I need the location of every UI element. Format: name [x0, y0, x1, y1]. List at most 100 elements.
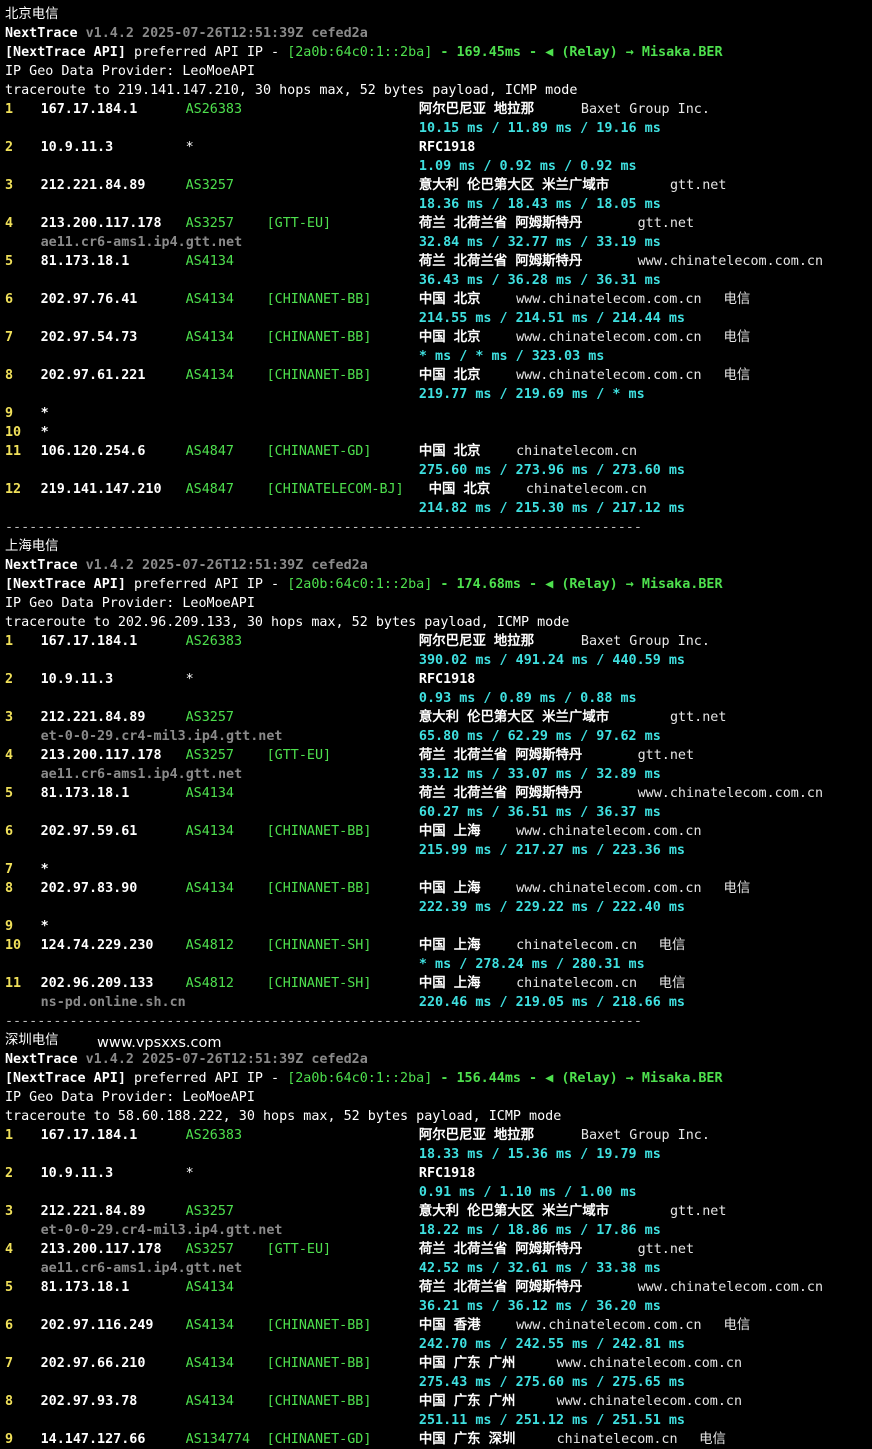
api-label: preferred API IP -	[125, 577, 288, 592]
hop-geo: RFC1918	[418, 1166, 476, 1181]
hop-ip: 202.97.76.41	[40, 292, 138, 307]
terminal-line: 6 202.97.76.41 AS4134 [CHINANET-BB] 中国 北京 www…	[5, 290, 872, 309]
hop-number: 7	[5, 1356, 14, 1371]
hop-asn: AS3257	[185, 1204, 234, 1219]
hop-asn: AS3257	[185, 710, 234, 725]
hop-org: chinatelecom.cn	[516, 976, 638, 991]
hop-latency: 275.43 ms / 275.60 ms / 275.65 ms	[418, 1375, 685, 1390]
hop-latency: * ms / 278.24 ms / 280.31 ms	[418, 957, 645, 972]
hop-asn: AS4847	[185, 444, 234, 459]
hop-number: 11	[5, 444, 22, 459]
hop-tag: [CHINANET-BB]	[266, 881, 372, 896]
hop-ip: *	[40, 425, 49, 440]
geo-provider: IP Geo Data Provider: LeoMoeAPI	[5, 596, 255, 611]
hop-org: gtt.net	[670, 710, 727, 725]
hop-tag: [CHINANET-SH]	[266, 976, 372, 991]
hop-ip: 202.97.54.73	[40, 330, 138, 345]
api-ip: [2a0b:64c0:1::2ba]	[287, 577, 433, 592]
hop-asn: *	[185, 672, 194, 687]
terminal-line: [NextTrace API] preferred API IP - [2a0b…	[5, 1069, 872, 1088]
hop-tag: [GTT-EU]	[266, 748, 332, 763]
terminal-line: 3 212.221.84.89 AS3257 意大利 伦巴第大区 米兰广域市 gtt.n…	[5, 176, 872, 195]
hop-tag: [GTT-EU]	[266, 1242, 332, 1257]
terminal-line: 18.36 ms / 18.43 ms / 18.05 ms	[5, 195, 872, 214]
terminal-line: 60.27 ms / 36.51 ms / 36.37 ms	[5, 803, 872, 822]
hop-org: chinatelecom.cn	[516, 444, 638, 459]
terminal-line: 8 202.97.93.78 AS4134 [CHINANET-BB] 中国 广东 广州…	[5, 1392, 872, 1411]
hop-latency: 18.33 ms / 15.36 ms / 19.79 ms	[418, 1147, 661, 1162]
hop-latency: 18.36 ms / 18.43 ms / 18.05 ms	[418, 197, 661, 212]
api-latency: - 174.68ms -	[432, 577, 546, 592]
version-string: v1.4.2 2025-07-26T12:51:39Z cefed2a	[85, 558, 368, 573]
api-label: preferred API IP -	[125, 1071, 288, 1086]
hop-ip: 167.17.184.1	[40, 102, 138, 117]
hop-number: 8	[5, 368, 14, 383]
terminal-line: 9 14.147.127.66 AS134774 [CHINANET-GD] 中国 广东…	[5, 1430, 872, 1449]
terminal-line: 275.43 ms / 275.60 ms / 275.65 ms	[5, 1373, 872, 1392]
hop-latency: 0.91 ms / 1.10 ms / 1.00 ms	[418, 1185, 637, 1200]
hop-number: 4	[5, 216, 14, 231]
hop-latency: 36.43 ms / 36.28 ms / 36.31 ms	[418, 273, 661, 288]
hop-asn: AS26383	[185, 102, 243, 117]
hop-asn: AS26383	[185, 1128, 243, 1143]
terminal-line: 5 81.173.18.1 AS4134 荷兰 北荷兰省 阿姆斯特丹 www.china…	[5, 1278, 872, 1297]
hop-ip: 106.120.254.6	[40, 444, 146, 459]
terminal-line: 4 213.200.117.178 AS3257 [GTT-EU] 荷兰 北荷兰省 阿姆…	[5, 746, 872, 765]
terminal-line: 214.55 ms / 214.51 ms / 214.44 ms	[5, 309, 872, 328]
hop-latency: 0.93 ms / 0.89 ms / 0.88 ms	[418, 691, 637, 706]
hop-ip: 10.9.11.3	[40, 1166, 114, 1181]
hop-number: 11	[5, 976, 22, 991]
hop-latency: 65.80 ms / 62.29 ms / 97.62 ms	[418, 729, 661, 744]
hop-geo: 中国 北京	[418, 330, 481, 345]
separator-line: ----------------------------------------…	[5, 1014, 642, 1029]
hop-ip: 212.221.84.89	[40, 710, 146, 725]
terminal-line: 8 202.97.83.90 AS4134 [CHINANET-BB] 中国 上海 www…	[5, 879, 872, 898]
terminal-line: 5 81.173.18.1 AS4134 荷兰 北荷兰省 阿姆斯特丹 www.china…	[5, 784, 872, 803]
hop-asn: AS134774	[185, 1432, 251, 1447]
terminal-line: 4 213.200.117.178 AS3257 [GTT-EU] 荷兰 北荷兰省 阿姆…	[5, 1240, 872, 1259]
hop-org: chinatelecom.cn	[516, 938, 638, 953]
hop-ip: *	[40, 919, 49, 934]
hop-asn: AS4812	[185, 938, 234, 953]
hop-number: 12	[5, 482, 22, 497]
hop-number: 5	[5, 786, 14, 801]
hop-number: 2	[5, 1166, 14, 1181]
api-relay: (Relay) → Misaka.BER	[561, 577, 723, 592]
hop-isp: 电信	[658, 938, 686, 953]
hop-tag: [CHINANET-BB]	[266, 1394, 372, 1409]
version-string: v1.4.2 2025-07-26T12:51:39Z cefed2a	[85, 1052, 368, 1067]
hop-org: www.chinatelecom.com.cn	[516, 881, 702, 896]
hop-asn: AS3257	[185, 216, 234, 231]
hop-latency: 390.02 ms / 491.24 ms / 440.59 ms	[418, 653, 685, 668]
hop-asn: AS4134	[185, 1280, 234, 1295]
hop-geo: 中国 北京	[418, 368, 481, 383]
hop-number: 1	[5, 634, 14, 649]
hop-ip: 81.173.18.1	[40, 254, 130, 269]
terminal-line: NextTrace v1.4.2 2025-07-26T12:51:39Z ce…	[5, 24, 872, 43]
terminal-line: 215.99 ms / 217.27 ms / 223.36 ms	[5, 841, 872, 860]
terminal-line: 4 213.200.117.178 AS3257 [GTT-EU] 荷兰 北荷兰省 阿姆…	[5, 214, 872, 233]
terminal-line: 12 219.141.147.210 AS4847 [CHINATELECOM-BJ]…	[5, 480, 872, 499]
hop-latency: 242.70 ms / 242.55 ms / 242.81 ms	[418, 1337, 685, 1352]
section-title: 深圳电信	[5, 1033, 59, 1048]
hop-tag: [CHINANET-BB]	[266, 368, 372, 383]
hop-rdns: ae11.cr6-ams1.ip4.gtt.net	[40, 767, 243, 782]
hop-ip: 202.97.59.61	[40, 824, 138, 839]
hop-number: 6	[5, 292, 14, 307]
hop-asn: AS3257	[185, 748, 234, 763]
terminal-line: 11 106.120.254.6 AS4847 [CHINANET-GD] 中国 北京 c…	[5, 442, 872, 461]
hop-geo: 阿尔巴尼亚 地拉那	[418, 102, 535, 117]
hop-asn: AS4134	[185, 881, 234, 896]
hop-asn: AS4134	[185, 786, 234, 801]
hop-number: 5	[5, 1280, 14, 1295]
hop-number: 2	[5, 140, 14, 155]
hop-latency: 10.15 ms / 11.89 ms / 19.16 ms	[418, 121, 661, 136]
hop-number: 1	[5, 102, 14, 117]
hop-asn: AS4134	[185, 292, 234, 307]
hop-tag: [CHINANET-BB]	[266, 824, 372, 839]
terminal-line: [NextTrace API] preferred API IP - [2a0b…	[5, 575, 872, 594]
hop-geo: 中国 北京	[418, 444, 481, 459]
hop-geo: 中国 广东 深圳	[418, 1432, 516, 1447]
hop-tag: [CHINANET-BB]	[266, 1318, 372, 1333]
traceroute-header: traceroute to 219.141.147.210, 30 hops m…	[5, 83, 578, 98]
